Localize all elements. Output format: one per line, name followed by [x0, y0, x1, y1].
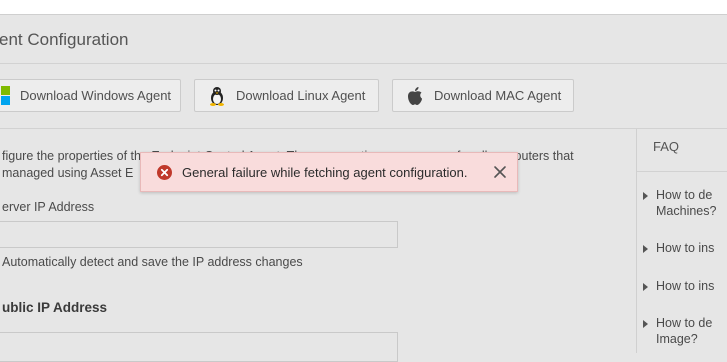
faq-item-text: How to de	[656, 316, 713, 330]
public-ip-input[interactable]	[0, 332, 398, 362]
download-mac-agent-label: Download MAC Agent	[434, 88, 562, 103]
faq-item-text: How to ins	[656, 241, 715, 255]
faq-item[interactable]: How to de Image?	[643, 315, 713, 347]
download-linux-agent-button[interactable]: Download Linux Agent	[194, 79, 379, 112]
top-bar	[0, 0, 727, 15]
download-windows-agent-button[interactable]: Download Windows Agent	[0, 79, 181, 112]
caret-right-icon	[643, 283, 648, 291]
faq-item[interactable]: How to ins	[643, 240, 715, 256]
error-circle-icon	[157, 165, 172, 180]
toast-message: General failure while fetching agent con…	[182, 165, 468, 180]
faq-panel: FAQ How to de Machines? How to ins How t…	[636, 129, 727, 353]
download-windows-agent-label: Download Windows Agent	[20, 88, 172, 103]
download-mac-agent-button[interactable]: Download MAC Agent	[392, 79, 574, 112]
divider	[0, 63, 727, 64]
error-toast: General failure while fetching agent con…	[140, 152, 518, 192]
linux-icon	[207, 86, 227, 106]
faq-item[interactable]: How to ins	[643, 278, 715, 294]
faq-item[interactable]: How to de Machines?	[643, 187, 717, 219]
page-title: ent Configuration	[0, 30, 129, 49]
caret-right-icon	[643, 192, 648, 200]
download-linux-agent-label: Download Linux Agent	[236, 88, 366, 103]
caret-right-icon	[643, 245, 648, 253]
divider	[637, 171, 727, 172]
auto-detect-ip-label[interactable]: Automatically detect and save the IP add…	[2, 255, 303, 269]
faq-item-text: How to ins	[656, 279, 715, 293]
caret-right-icon	[643, 320, 648, 328]
faq-heading: FAQ	[653, 139, 680, 154]
close-icon[interactable]	[493, 165, 507, 179]
server-ip-input[interactable]	[0, 221, 398, 248]
windows-icon	[0, 85, 11, 106]
faq-item-text: How to de	[656, 188, 713, 202]
server-ip-label: erver IP Address	[2, 200, 95, 214]
public-ip-heading: ublic IP Address	[2, 300, 108, 315]
faq-item-text: Image?	[656, 332, 698, 346]
apple-icon	[405, 86, 425, 106]
faq-item-text: Machines?	[656, 204, 717, 218]
